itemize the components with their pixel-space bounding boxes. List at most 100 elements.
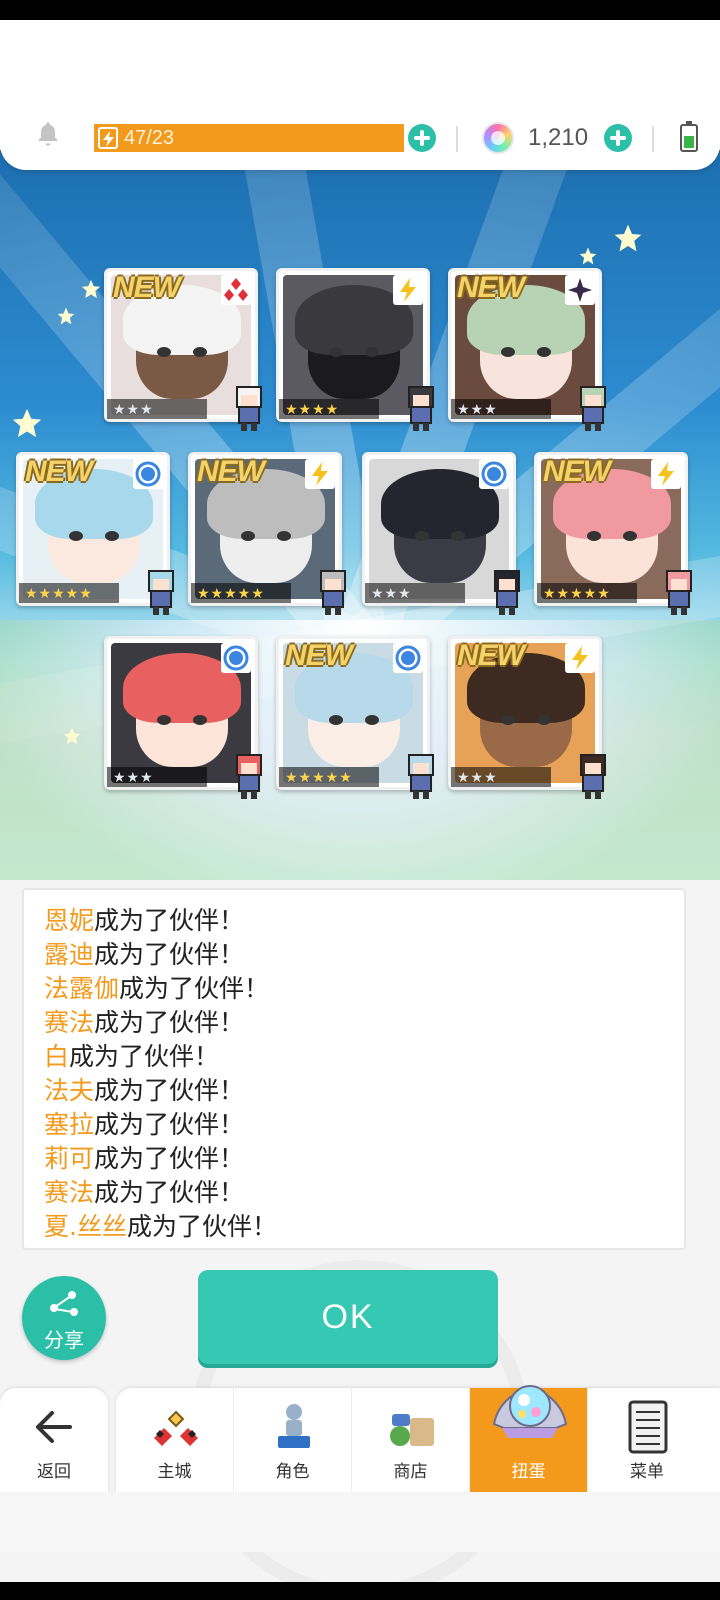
- log-suffix: 成为了伙伴！: [94, 1144, 245, 1173]
- character-card[interactable]: NEW ★★★: [448, 636, 606, 799]
- character-card[interactable]: ★★★: [362, 452, 520, 615]
- new-badge: NEW: [113, 271, 181, 304]
- ok-button[interactable]: OK: [198, 1270, 498, 1364]
- add-gem-button[interactable]: [604, 124, 632, 152]
- status-bar: [0, 0, 720, 20]
- gacha-orb-icon: [492, 1385, 568, 1438]
- new-badge: NEW: [457, 639, 525, 672]
- log-line: 莉可成为了伙伴！: [44, 1142, 664, 1176]
- character-card[interactable]: NEW ★★★: [448, 268, 606, 431]
- character-card[interactable]: NEW ★★★★★: [16, 452, 174, 615]
- resource-bar: 47/23 1,210: [0, 20, 720, 170]
- add-stamina-button[interactable]: [408, 124, 436, 152]
- lightning-icon: [393, 275, 423, 305]
- log-suffix: 成为了伙伴！: [94, 940, 245, 969]
- log-suffix: 成为了伙伴！: [126, 1212, 277, 1241]
- log-line: 夏.丝丝成为了伙伴！: [44, 1210, 664, 1244]
- partner-name: 露迪: [44, 940, 95, 969]
- log-suffix: 成为了伙伴！: [94, 1008, 245, 1037]
- character-card[interactable]: NEW ★★★★★: [534, 452, 692, 615]
- new-badge: NEW: [285, 639, 353, 672]
- log-line: 赛法成为了伙伴！: [44, 1176, 664, 1210]
- sparkle-star-icon: [12, 408, 42, 438]
- partner-name: 夏.丝丝: [44, 1212, 127, 1241]
- gacha-result-stage: NEW ★★★ ★★★★ NEW ★★★ NEW ★★★★★ NEW ★★★★★ ★★★ NEW ★★…: [0, 150, 720, 880]
- log-line: 法露伽成为了伙伴！: [44, 972, 664, 1006]
- star-rating: ★★★: [107, 767, 207, 787]
- nav-label: 扭蛋: [511, 1462, 546, 1482]
- log-line: 白成为了伙伴！: [44, 1040, 664, 1074]
- log-suffix: 成为了伙伴！: [94, 906, 245, 935]
- star-rating: ★★★: [365, 583, 465, 603]
- partner-name: 法夫: [44, 1076, 95, 1105]
- character-card[interactable]: NEW ★★★: [104, 268, 262, 431]
- divider: [456, 126, 458, 152]
- nav-label: 商店: [393, 1462, 428, 1482]
- menu-list-icon: [628, 1400, 668, 1454]
- nav-item-gacha[interactable]: 扭蛋: [470, 1385, 588, 1492]
- chibi-sprite: [573, 383, 613, 435]
- nav-item-menu[interactable]: 菜单: [588, 1388, 706, 1492]
- back-button[interactable]: 返回: [0, 1388, 108, 1492]
- sparkle-star-icon: [614, 224, 642, 252]
- sparkle-star-icon: [63, 727, 81, 745]
- nav-item-shop[interactable]: 商店: [352, 1388, 470, 1492]
- new-badge: NEW: [543, 455, 611, 488]
- shop-bag-icon: [390, 1414, 434, 1446]
- log-suffix: 成为了伙伴！: [94, 1076, 245, 1105]
- stamina-bar: 47/23: [94, 124, 404, 152]
- log-lines: 恩妮成为了伙伴！ 露迪成为了伙伴！ 法露伽成为了伙伴！ 赛法成为了伙伴！ 白成为了伙伴！…: [44, 904, 664, 1244]
- circle-icon: [393, 643, 423, 673]
- chibi-sprite: [401, 751, 441, 803]
- diamond-icon: [221, 275, 251, 305]
- log-suffix: 成为了伙伴！: [69, 1042, 220, 1071]
- log-line: 露迪成为了伙伴！: [44, 938, 664, 972]
- stamina-count: 47/23: [124, 127, 175, 149]
- star-rating: ★★★★★: [279, 767, 379, 787]
- log-line: 法夫成为了伙伴！: [44, 1074, 664, 1108]
- partner-name: 塞拉: [44, 1110, 95, 1139]
- bottom-spacer: [0, 1492, 720, 1552]
- share-button[interactable]: 分享: [22, 1276, 106, 1360]
- gem-count: 1,210: [528, 124, 589, 151]
- star-rating: ★★★★★: [537, 583, 637, 603]
- system-nav-bar: [0, 1582, 720, 1600]
- divider: [652, 126, 654, 152]
- star-rating: ★★★★★: [19, 583, 119, 603]
- battery-icon: [680, 121, 698, 152]
- partner-name: 白: [44, 1042, 70, 1071]
- log-suffix: 成为了伙伴！: [94, 1110, 245, 1139]
- character-card[interactable]: NEW ★★★★★: [276, 636, 434, 799]
- star-rating: ★★★: [451, 399, 551, 419]
- nav-tabs: 主城 角色 商店 扭蛋 菜单: [116, 1385, 720, 1492]
- chibi-sprite: [401, 383, 441, 435]
- partner-name: 法露伽: [44, 974, 120, 1003]
- circle-icon: [133, 459, 163, 489]
- new-badge: NEW: [457, 271, 525, 304]
- chibi-sprite: [313, 567, 353, 619]
- character-card[interactable]: ★★★: [104, 636, 262, 799]
- nav-label: 主城: [157, 1462, 192, 1482]
- sparkle-star-icon: [57, 307, 75, 325]
- log-line: 恩妮成为了伙伴！: [44, 904, 664, 938]
- town-icon: [154, 1410, 198, 1446]
- nav-item-character[interactable]: 角色: [234, 1388, 352, 1492]
- star-rating: ★★★: [451, 767, 551, 787]
- new-badge: NEW: [25, 455, 93, 488]
- nav-item-town[interactable]: 主城: [116, 1388, 234, 1492]
- log-line: 塞拉成为了伙伴！: [44, 1108, 664, 1142]
- character-card[interactable]: ★★★★: [276, 268, 434, 431]
- star-rating: ★★★★: [279, 399, 379, 419]
- result-message-log[interactable]: 恩妮成为了伙伴！ 露迪成为了伙伴！ 法露伽成为了伙伴！ 赛法成为了伙伴！ 白成为了伙伴！…: [22, 888, 686, 1250]
- lightning-icon: [98, 127, 118, 149]
- bell-icon[interactable]: [34, 120, 62, 148]
- nav-label: 菜单: [630, 1462, 664, 1482]
- lightning-icon: [305, 459, 335, 489]
- back-label: 返回: [37, 1462, 71, 1482]
- circle-icon: [221, 643, 251, 673]
- cross-icon: [565, 275, 595, 305]
- share-icon: [50, 1291, 78, 1316]
- partner-name: 赛法: [44, 1178, 95, 1207]
- character-card[interactable]: NEW ★★★★★: [188, 452, 346, 615]
- chibi-sprite: [573, 751, 613, 803]
